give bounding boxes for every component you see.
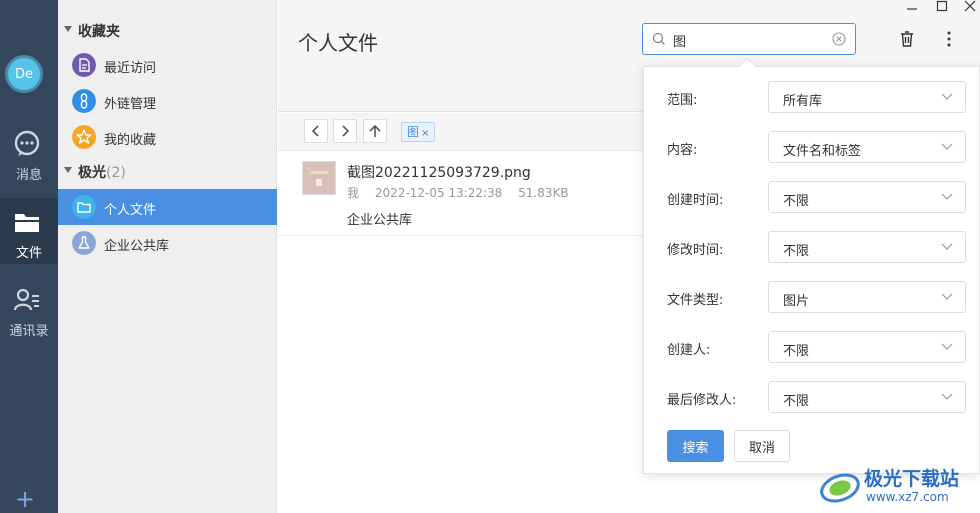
file-type-label: 文件类型: — [667, 293, 724, 308]
folder-icon — [15, 214, 39, 232]
chat-bubble-icon — [14, 130, 40, 156]
minimize-icon[interactable] — [902, 0, 922, 14]
page-title: 个人文件 — [298, 31, 378, 55]
watermark-url: www.xz7.com — [866, 490, 949, 504]
chevron-down-icon — [941, 143, 953, 150]
rail-item-label: 消息 — [15, 168, 42, 183]
sidebar-item-public-library[interactable]: 企业公共库 — [58, 225, 277, 261]
advanced-search-popup: 范围: 所有库 内容: 文件名和标签 创建时间: 不限 修改时间: 不限 文件类… — [643, 57, 980, 474]
chevron-down-icon — [941, 393, 953, 400]
search-input[interactable] — [673, 30, 823, 50]
select-value: 所有库 — [783, 94, 823, 109]
search-filter-tag[interactable]: 图 × — [401, 122, 436, 142]
back-button[interactable] — [304, 119, 328, 143]
sidebar-item-recent[interactable]: 最近访问 — [58, 47, 277, 83]
sidebar-item-label: 我的收藏 — [104, 133, 157, 148]
last-modifier-select[interactable]: 不限 — [768, 381, 966, 413]
watermark-logo-icon — [820, 473, 860, 503]
created-time-label: 创建时间: — [667, 193, 724, 208]
chevron-down-icon — [941, 93, 953, 100]
modified-time-select[interactable]: 不限 — [768, 231, 966, 263]
close-icon[interactable] — [960, 0, 980, 14]
content-select[interactable]: 文件名和标签 — [768, 131, 966, 163]
search-button[interactable]: 搜索 — [667, 430, 724, 462]
sidebar-item-label: 外链管理 — [104, 97, 157, 112]
app-rail: De 消息 文件 通讯录 + — [0, 0, 58, 513]
sidebar-item-favorites[interactable]: 我的收藏 — [58, 119, 277, 155]
rail-item-contacts[interactable]: 通讯录 — [0, 276, 58, 342]
more-options-icon[interactable] — [938, 28, 960, 50]
org-group-header[interactable]: 极光(2) — [58, 158, 277, 186]
search-icon — [652, 32, 665, 45]
clear-icon[interactable] — [832, 32, 846, 46]
modified-time-label: 修改时间: — [667, 243, 724, 258]
sidebar-item-personal-files[interactable]: 个人文件 — [58, 189, 277, 225]
file-owner: 我 — [347, 186, 360, 200]
cancel-button[interactable]: 取消 — [734, 430, 790, 462]
chevron-down-icon — [941, 293, 953, 300]
file-size: 51.83KB — [518, 186, 569, 200]
chevron-down-icon — [941, 193, 953, 200]
watermark: 极光下载站 www.xz7.com — [818, 462, 978, 512]
chevron-down-icon — [941, 343, 953, 350]
filter-tag-label: 图 — [407, 125, 420, 139]
chevron-left-icon — [311, 125, 319, 137]
chevron-down-icon — [941, 243, 953, 250]
thumbnail-image-icon — [303, 162, 335, 194]
trash-icon[interactable] — [896, 28, 918, 50]
link-icon — [72, 89, 96, 113]
arrow-up-icon — [369, 124, 381, 137]
last-modifier-label: 最后修改人: — [667, 393, 737, 408]
content-label: 内容: — [667, 143, 698, 158]
rail-item-messages[interactable]: 消息 — [0, 120, 58, 186]
file-type-select[interactable]: 图片 — [768, 281, 966, 313]
rail-item-label: 通讯录 — [9, 324, 49, 339]
up-button[interactable] — [363, 119, 387, 143]
add-button[interactable]: + — [14, 487, 36, 511]
group-title: 极光(2) — [78, 162, 126, 182]
select-value: 文件名和标签 — [783, 144, 862, 159]
created-time-select[interactable]: 不限 — [768, 181, 966, 213]
collapse-triangle-icon — [64, 167, 72, 173]
group-title: 收藏夹 — [78, 24, 120, 40]
search-box[interactable] — [642, 23, 856, 55]
select-value: 图片 — [783, 294, 810, 309]
file-meta: 我 2022-12-05 13:22:38 51.83KB — [347, 184, 581, 201]
scope-label: 范围: — [667, 93, 698, 108]
collapse-triangle-icon — [64, 26, 72, 32]
personal-folder-icon — [72, 195, 96, 219]
group-count: (2) — [106, 165, 126, 181]
favorites-group-header[interactable]: 收藏夹 — [58, 17, 277, 45]
watermark-name: 极光下载站 — [864, 468, 960, 490]
rail-item-files[interactable]: 文件 — [0, 198, 58, 264]
select-value: 不限 — [783, 244, 810, 259]
rail-item-label: 文件 — [15, 246, 42, 261]
select-value: 不限 — [783, 344, 810, 359]
sidebar-item-links[interactable]: 外链管理 — [58, 83, 277, 119]
sidebar-item-label: 最近访问 — [104, 61, 157, 76]
image-thumbnail — [302, 161, 336, 195]
sidebar-item-label: 企业公共库 — [104, 239, 170, 254]
sidebar: 收藏夹 最近访问 外链管理 我的收藏 极光(2) 个人文件 企业公共库 — [58, 0, 277, 513]
select-value: 不限 — [783, 194, 810, 209]
file-name[interactable]: 截图20221125093729.png — [347, 162, 531, 182]
contacts-icon — [13, 288, 39, 311]
scope-select[interactable]: 所有库 — [768, 81, 966, 113]
star-icon — [72, 125, 96, 149]
sidebar-item-label: 个人文件 — [104, 203, 157, 218]
creator-select[interactable]: 不限 — [768, 331, 966, 363]
flask-icon — [72, 231, 96, 255]
select-value: 不限 — [783, 394, 810, 409]
maximize-icon[interactable] — [932, 0, 952, 14]
avatar[interactable]: De — [5, 55, 43, 93]
remove-tag-icon[interactable]: × — [421, 128, 429, 139]
forward-button[interactable] — [333, 119, 357, 143]
recent-doc-icon — [72, 53, 96, 77]
file-date: 2022-12-05 13:22:38 — [374, 186, 503, 200]
group-title-text: 极光 — [78, 165, 106, 181]
file-library: 企业公共库 — [347, 213, 413, 228]
creator-label: 创建人: — [667, 343, 711, 358]
chevron-right-icon — [342, 125, 350, 137]
